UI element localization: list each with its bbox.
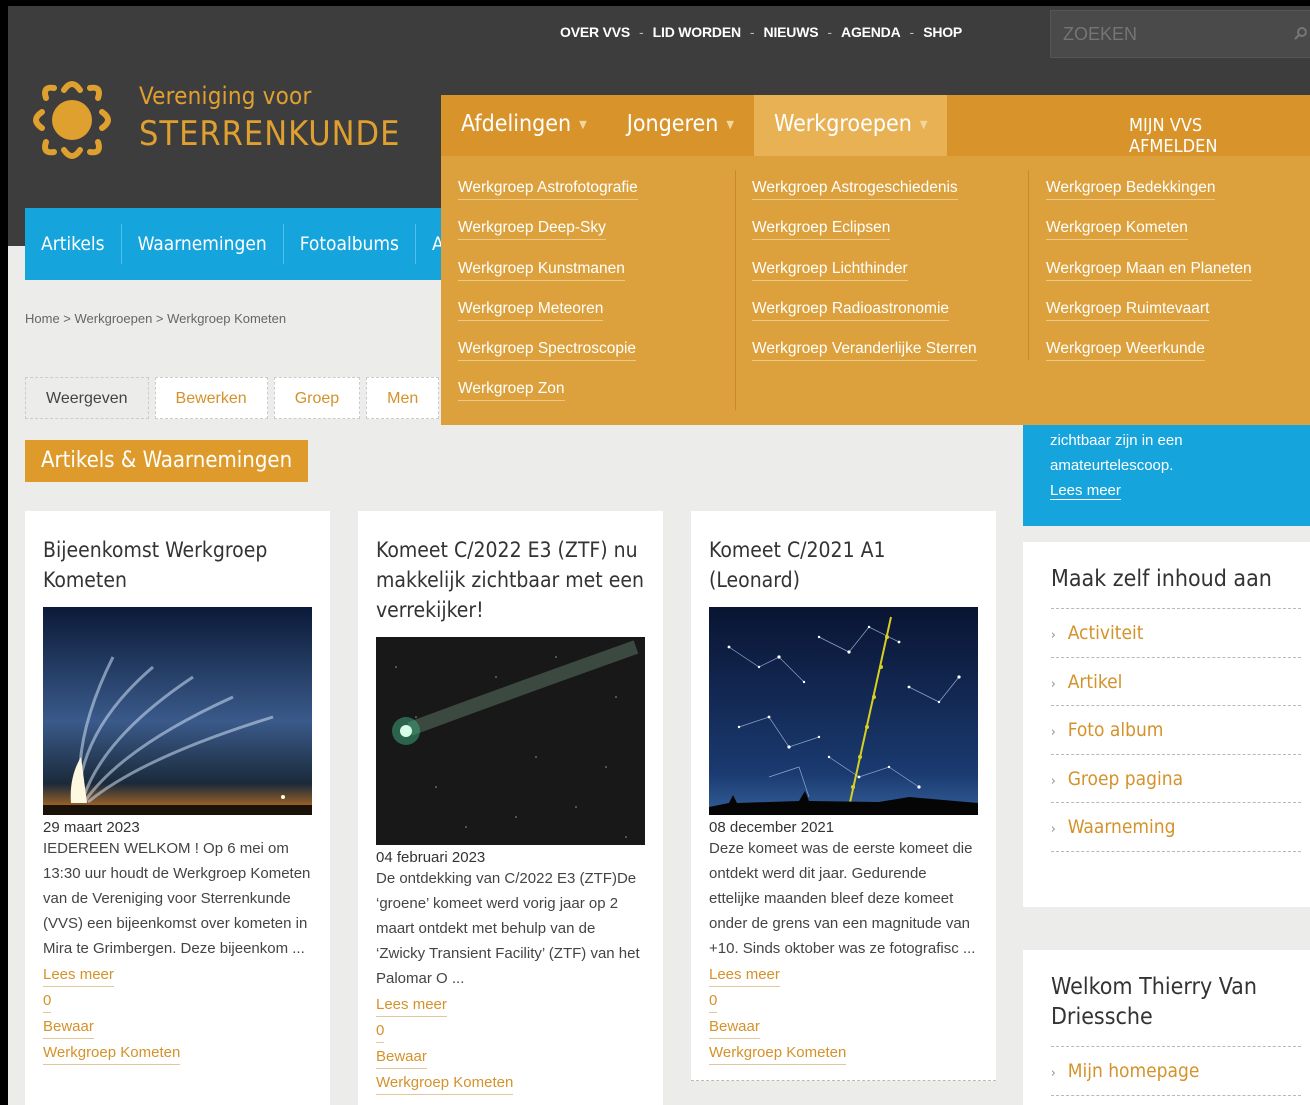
group-link[interactable]: Werkgroep Kometen [376,1071,514,1095]
comment-count-link[interactable]: 0 [376,1019,385,1043]
account-links: MIJN VVS AFMELDEN [1129,115,1310,157]
create-content-title: Maak zelf inhoud aan [1051,564,1301,609]
menu-jongeren[interactable]: Jongeren ▼ [607,95,754,156]
save-link[interactable]: Bewaar [709,1015,760,1039]
menu-afdelingen[interactable]: Afdelingen ▼ [441,95,607,156]
save-link[interactable]: Bewaar [376,1045,427,1069]
menu-link[interactable]: Werkgroep Meteoren [458,299,638,339]
menu-link[interactable]: Werkgroep Astrogeschiedenis [752,178,977,218]
group-link[interactable]: Werkgroep Kometen [43,1041,181,1065]
featured-teaser: zichtbaar zijn in een amateurtelescoop. … [1023,424,1310,526]
topnav-nieuws[interactable]: NIEUWS [764,24,819,40]
topnav-agenda[interactable]: AGENDA [841,24,901,40]
nav-artikels[interactable]: Artikels [25,224,122,264]
card-date: 04 februari 2023 [376,849,486,866]
comment-count-link[interactable]: 0 [43,989,52,1013]
menu-link[interactable]: Werkgroep Zon [458,379,638,419]
topnav-shop[interactable]: SHOP [923,24,962,40]
chevron-right-icon: › [1051,628,1056,643]
menu-link[interactable]: Werkgroep Ruimtevaart [1046,299,1252,339]
brand-line1[interactable]: Vereniging voor [139,82,312,110]
card-description: IEDEREEN WELKOM ! Op 6 mei om 13:30 uur … [43,840,311,957]
group-link[interactable]: Werkgroep Kometen [709,1041,847,1065]
menu-link[interactable]: Werkgroep Spectroscopie [458,339,638,379]
tab-groep[interactable]: Groep [273,377,361,419]
chevron-right-icon: › [1051,822,1056,837]
topnav-lid-worden[interactable]: LID WORDEN [653,24,741,40]
create-waarneming-link[interactable]: › Waarneming [1051,803,1301,852]
section-title: Artikels & Waarnemingen [25,440,309,482]
megamenu-top-items: Afdelingen ▼ Jongeren ▼ Werkgroepen ▼ [441,95,948,156]
teaser-read-more-link[interactable]: Lees meer [1050,482,1121,500]
menu-link[interactable]: Werkgroep Radioastronomie [752,299,977,339]
megamenu-column-1: Werkgroep Astrofotografie Werkgroep Deep… [458,178,638,420]
chevron-right-icon: › [1051,1066,1056,1081]
top-navigation: OVER VVS - LID WORDEN - NIEUWS - AGENDA … [560,24,963,40]
megamenu-column-2: Werkgroep Astrogeschiedenis Werkgroep Ec… [752,178,977,379]
green-comet-image[interactable] [376,637,645,845]
menu-link[interactable]: Werkgroep Astrofotografie [458,178,638,218]
welcome-title: Welkom Thierry Van Driessche [1051,972,1301,1047]
star-chart-image[interactable] [709,607,978,815]
card-date: 29 maart 2023 [43,819,140,836]
card-title[interactable]: Bijeenkomst Werkgroep Kometen [43,535,312,595]
my-homepage-link[interactable]: › Mijn homepage [1051,1047,1301,1096]
nav-waarnemingen[interactable]: Waarnemingen [122,224,284,264]
menu-link[interactable]: Werkgroep Weerkunde [1046,339,1252,379]
comment-count-link[interactable]: 0 [709,989,718,1013]
menu-link[interactable]: Werkgroep Maan en Planeten [1046,259,1252,299]
create-artikel-link[interactable]: › Artikel [1051,658,1301,706]
menu-link[interactable]: Werkgroep Deep-Sky [458,218,638,258]
werkgroepen-dropdown: Afdelingen ▼ Jongeren ▼ Werkgroepen ▼ MIJN … [441,95,1310,425]
megamenu-column-3: Werkgroep Bedekkingen Werkgroep Kometen … [1046,178,1252,379]
chevron-right-icon: › [1051,676,1056,692]
comet-mcnaught-image[interactable] [43,607,312,815]
search-icon[interactable] [1294,26,1308,40]
caret-down-icon: ▼ [579,117,587,131]
card-description: Deze komeet was de eerste komeet die ont… [709,840,976,957]
create-groep-pagina-link[interactable]: › Groep pagina [1051,755,1301,803]
tab-weergeven[interactable]: Weergeven [25,377,149,419]
main-navigation: Artikels Waarnemingen Fotoalbums A [25,208,455,280]
breadcrumb[interactable]: Home > Werkgroepen > Werkgroep Kometen [25,311,286,326]
create-foto-album-link[interactable]: › Foto album [1051,706,1301,755]
read-more-link[interactable]: Lees meer [376,993,447,1017]
create-activiteit-link[interactable]: › Activiteit [1051,609,1301,658]
read-more-link[interactable]: Lees meer [709,963,780,987]
menu-link[interactable]: Werkgroep Eclipsen [752,218,977,258]
caret-down-icon: ▼ [726,117,734,131]
afmelden-link[interactable]: AFMELDEN [1129,136,1217,157]
chevron-right-icon: › [1051,725,1056,740]
teaser-text: zichtbaar zijn in een amateurtelescoop. [1050,432,1183,474]
caret-down-icon: ▼ [919,117,928,131]
mijn-vvs-link[interactable]: MIJN VVS [1129,115,1202,136]
page: OVER VVS - LID WORDEN - NIEUWS - AGENDA … [8,6,1310,1105]
create-content-box: Maak zelf inhoud aan › Activiteit › Artike… [1023,542,1310,907]
menu-link[interactable]: Werkgroep Kometen [1046,218,1252,258]
brand-line2[interactable]: STERRENKUNDE [139,114,400,154]
sun-logo-icon[interactable] [24,72,120,168]
nav-fotoalbums[interactable]: Fotoalbums [284,224,416,264]
menu-link[interactable]: Werkgroep Bedekkingen [1046,178,1252,218]
local-tabs: Weergeven Bewerken Groep Men [25,377,440,419]
card-title[interactable]: Komeet C/2021 A1 (Leonard) [709,535,978,595]
menu-werkgroepen[interactable]: Werkgroepen ▼ [753,95,948,156]
search-input[interactable] [1050,10,1310,58]
card-date: 08 december 2021 [709,819,835,836]
article-card: Bijeenkomst Werkgroep Kometen 29 maart 2… [25,511,330,1105]
menu-link[interactable]: Werkgroep Veranderlijke Sterren [752,339,977,379]
menu-link[interactable]: Werkgroep Lichthinder [752,259,977,299]
chevron-right-icon: › [1051,773,1056,789]
tab-menu[interactable]: Men [366,377,440,419]
card-title[interactable]: Komeet C/2022 E3 (ZTF) nu makkelijk zich… [376,535,645,625]
tab-bewerken[interactable]: Bewerken [154,377,268,419]
card-description: De ontdekking van C/2022 E3 (ZTF)De ‘gro… [376,870,640,987]
article-card: Komeet C/2022 E3 (ZTF) nu makkelijk zich… [358,511,663,1105]
save-link[interactable]: Bewaar [43,1015,94,1039]
article-card: Komeet C/2021 A1 (Leonard) 08 december 2… [691,511,996,1081]
topnav-over-vvs[interactable]: OVER VVS [560,24,630,40]
menu-link[interactable]: Werkgroep Kunstmanen [458,259,638,299]
welcome-box: Welkom Thierry Van Driessche › Mijn homep… [1023,950,1310,1105]
read-more-link[interactable]: Lees meer [43,963,114,987]
